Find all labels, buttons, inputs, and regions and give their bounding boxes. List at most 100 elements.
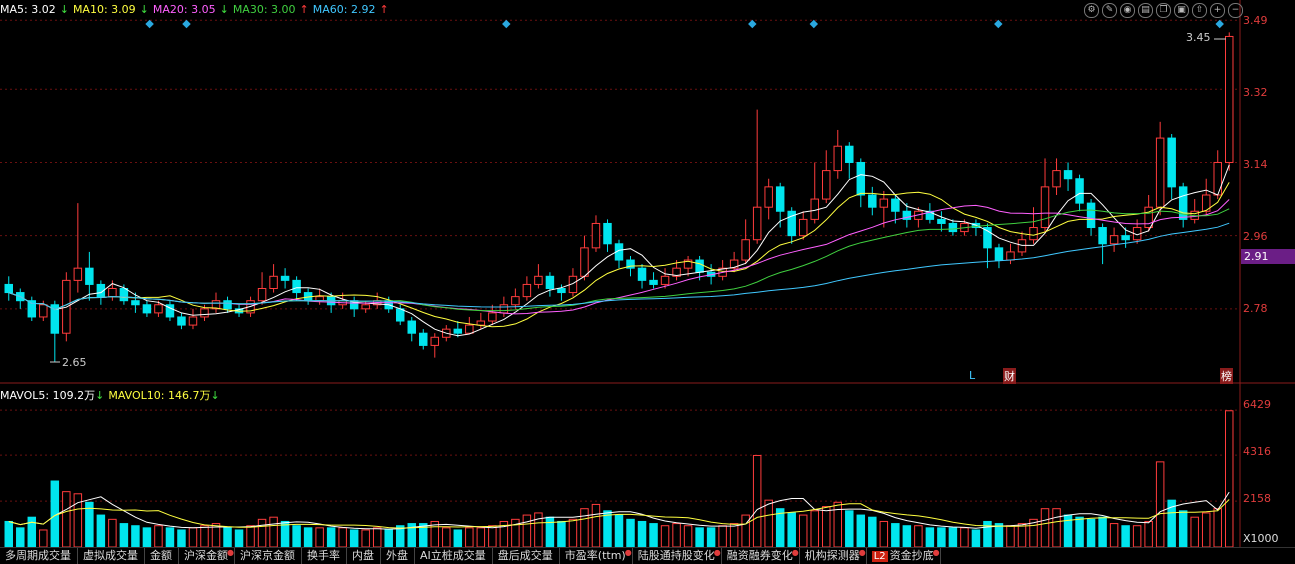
- candle-body: [361, 304, 370, 310]
- volume-legend-item-arrow: ↓: [95, 389, 105, 402]
- tab-label: 陆股通持股变化: [637, 549, 715, 562]
- volume-bar: [902, 525, 912, 547]
- tab-11[interactable]: 陆股通持股变化 ●: [633, 548, 722, 564]
- candle-body: [1121, 235, 1130, 241]
- candle-body: [269, 275, 278, 290]
- volume-bar: [1109, 523, 1119, 547]
- volume-bar: [188, 527, 198, 547]
- candle-body: [649, 279, 658, 285]
- volume-bar: [718, 525, 727, 547]
- candle-body: [948, 222, 958, 233]
- tab-label: 资金抄底: [889, 549, 934, 562]
- tab-14[interactable]: L2 资金抄底 ●: [867, 548, 941, 564]
- tab-5[interactable]: 换手率: [302, 548, 347, 564]
- candle-body: [752, 206, 762, 241]
- volume-legend-item-1: MAVOL10: 146.7万: [108, 389, 211, 402]
- candle-body: [1225, 35, 1234, 163]
- candle-body: [1063, 170, 1073, 180]
- volume-bar: [269, 516, 278, 547]
- volume-bar: [798, 514, 808, 547]
- price-axis-label: 2.96: [1243, 230, 1268, 243]
- volume-bar: [557, 520, 566, 547]
- volume-bar: [626, 518, 635, 547]
- zoom-out-icon[interactable]: −: [1228, 3, 1243, 18]
- tab-label: 金额: [150, 549, 172, 562]
- volume-bar: [246, 525, 255, 547]
- candle-body: [1213, 161, 1222, 196]
- brush-icon[interactable]: ✎: [1102, 3, 1117, 18]
- volume-bar: [649, 523, 658, 547]
- volume-bar: [142, 527, 152, 547]
- candle-body: [1144, 206, 1153, 229]
- ma-legend-item-4: MA60: 2.92: [312, 3, 376, 16]
- volume-bar: [683, 525, 693, 547]
- volume-bar: [1144, 520, 1153, 547]
- tab-4[interactable]: 沪深京金额: [235, 548, 302, 564]
- candle-body: [1086, 202, 1096, 229]
- volume-bar: [868, 516, 877, 547]
- tab-1[interactable]: 虚拟成交量: [78, 548, 145, 564]
- marker-l[interactable]: L: [969, 369, 975, 382]
- candle-body: [280, 275, 290, 281]
- volume-bar: [1213, 508, 1222, 547]
- price-axis-label: 3.14: [1243, 158, 1268, 171]
- candle-body: [868, 194, 877, 208]
- marker-ranking[interactable]: 榜: [1220, 368, 1233, 384]
- ma-legend-item-arrow: ↓: [139, 3, 149, 16]
- lock-icon[interactable]: ▣: [1174, 3, 1189, 18]
- event-diamond: [809, 19, 819, 29]
- volume-bar: [741, 514, 750, 547]
- copy-icon[interactable]: ❐: [1156, 3, 1171, 18]
- candle-body: [315, 296, 324, 302]
- volume-bar: [384, 529, 393, 547]
- tab-label: 换手率: [307, 549, 340, 562]
- candle-body: [188, 316, 198, 326]
- candle-body: [476, 320, 486, 326]
- volume-bar: [1052, 508, 1061, 547]
- candle-body: [85, 267, 94, 285]
- candle-body: [142, 304, 152, 314]
- tab-dot: ●: [858, 548, 866, 557]
- candle-body: [131, 300, 140, 306]
- tab-label: AI立桩成交量: [420, 549, 486, 562]
- volume-bar: [960, 527, 969, 547]
- tab-6[interactable]: 内盘: [347, 548, 381, 564]
- tab-2[interactable]: 金额: [145, 548, 179, 564]
- tab-label: 沪深京金额: [240, 549, 295, 562]
- candle-body: [1155, 137, 1165, 208]
- tab-8[interactable]: AI立桩成交量: [415, 548, 493, 564]
- tab-12[interactable]: 融资融券变化 ●: [722, 548, 800, 564]
- event-diamond: [994, 19, 1003, 29]
- volume-bar: [522, 514, 532, 547]
- candle-body: [488, 312, 497, 322]
- candle-body: [833, 145, 843, 172]
- tab-dot: ●: [791, 548, 799, 557]
- tab-0[interactable]: 多周期成交量: [0, 548, 78, 564]
- volume-bar: [775, 508, 785, 547]
- candle-body: [511, 296, 520, 306]
- zoom-in-icon[interactable]: +: [1210, 3, 1225, 18]
- settings-icon[interactable]: ⚙: [1084, 3, 1099, 18]
- tab-13[interactable]: 机构探测器 ●: [800, 548, 867, 564]
- volume-bar: [1086, 518, 1096, 547]
- ma-legend-item-2: MA20: 3.05: [152, 3, 216, 16]
- volume-bar: [349, 529, 359, 547]
- kline-chart[interactable]: [0, 0, 1295, 547]
- volume-bar: [580, 508, 589, 547]
- tab-3[interactable]: 沪深金额 ●: [179, 548, 235, 564]
- tab-label: 沪深金额: [184, 549, 228, 562]
- tab-7[interactable]: 外盘: [381, 548, 415, 564]
- candle-body: [822, 170, 831, 200]
- cart-icon[interactable]: ▤: [1138, 3, 1153, 18]
- price-axis-label: 3.49: [1243, 14, 1268, 27]
- volume-bar: [1132, 525, 1142, 547]
- volume-bar: [660, 525, 670, 547]
- candle-body: [603, 222, 612, 245]
- export-icon[interactable]: ⇧: [1192, 3, 1207, 18]
- candle-body: [177, 316, 186, 326]
- tab-10[interactable]: 市盈率(ttm) ●: [560, 548, 633, 564]
- eye-icon[interactable]: ◉: [1120, 3, 1135, 18]
- marker-financial[interactable]: 财: [1003, 368, 1016, 384]
- candle-body: [937, 218, 946, 224]
- tab-9[interactable]: 盘后成交量: [493, 548, 560, 564]
